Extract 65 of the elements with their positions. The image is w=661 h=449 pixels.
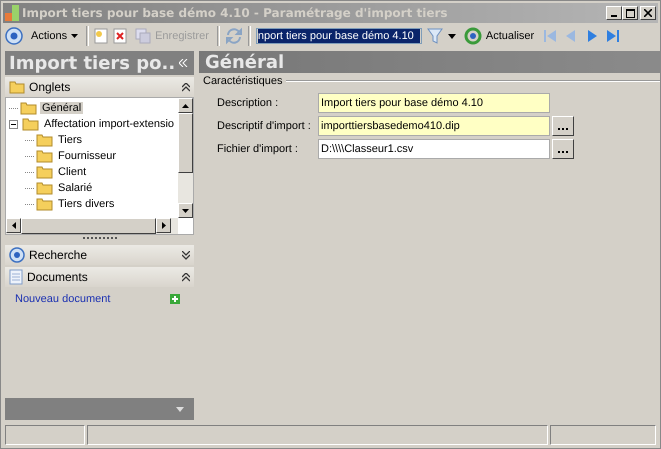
maximize-button[interactable] (622, 6, 638, 20)
sidebar-title: Import tiers po.. (9, 52, 176, 74)
folder-icon (36, 133, 54, 147)
folder-icon (20, 101, 38, 115)
tree-item[interactable]: Salarié (56, 182, 94, 194)
close-icon (644, 9, 652, 17)
new-document-icon[interactable] (94, 28, 108, 44)
filter-icon[interactable] (426, 27, 443, 45)
app-icon (5, 5, 19, 21)
down-arrow-icon[interactable] (182, 208, 189, 212)
group-label: Caractéristiques (203, 75, 282, 87)
dropdown-arrow-icon[interactable] (448, 34, 456, 38)
input-field[interactable]: importtiersbasedemo410.dip (318, 116, 550, 136)
refresh-button[interactable]: Actualiser (460, 27, 538, 45)
add-icon[interactable] (170, 294, 180, 304)
folder-icon (22, 117, 40, 131)
input-field[interactable]: Import tiers pour base démo 4.10 (318, 92, 550, 112)
splitter-grip[interactable] (82, 237, 116, 241)
minimize-button[interactable] (606, 6, 622, 20)
folder-icon (36, 181, 54, 195)
section-header[interactable]: Documents (5, 267, 194, 287)
left-arrow-icon[interactable] (12, 222, 16, 229)
actions-button[interactable]: Actions (28, 30, 82, 42)
target-icon (9, 247, 25, 263)
section-header[interactable]: Onglets (5, 77, 194, 97)
field-label: Fichier d'import : (217, 142, 299, 154)
last-icon[interactable] (605, 28, 622, 44)
chevron-up-icon[interactable] (182, 272, 190, 282)
chevron-up-icon[interactable] (182, 82, 190, 92)
tree-item[interactable]: Client (56, 166, 88, 178)
section-title: Recherche (29, 248, 88, 262)
vertical-scrollbar[interactable] (178, 98, 193, 218)
folder-icon (36, 197, 54, 211)
field-label: Descriptif d'import : (217, 120, 312, 132)
browse-button[interactable] (552, 138, 574, 158)
section-header[interactable]: Recherche (5, 245, 194, 265)
up-arrow-icon[interactable] (182, 104, 189, 108)
delete-icon[interactable] (113, 28, 128, 44)
input-field[interactable]: D:\\\\Classeur1.csv (318, 138, 550, 158)
close-button[interactable] (640, 6, 656, 20)
new-document-link[interactable]: Nouveau document (15, 293, 110, 305)
folder-icon (9, 80, 25, 94)
search-field[interactable]: nport tiers pour base démo 4.10 (256, 28, 422, 44)
refresh-icon (464, 27, 482, 45)
collapse-icon[interactable] (9, 120, 18, 128)
chevron-down-icon[interactable] (182, 250, 190, 260)
tree-item[interactable]: Général (40, 102, 84, 114)
copy-icon (135, 28, 152, 44)
target-icon[interactable] (5, 27, 23, 45)
tree-item[interactable]: Tiers (56, 134, 84, 146)
folder-icon (36, 149, 54, 163)
section-title: Onglets (29, 80, 72, 94)
section-title: Documents (27, 270, 89, 284)
field-label: Description : (217, 96, 280, 108)
browse-button[interactable] (552, 116, 574, 136)
tree-item[interactable]: Fournisseur (56, 150, 118, 162)
maximize-icon (626, 8, 634, 18)
content-title: Général (205, 52, 284, 72)
tree-item[interactable]: Affectation import-extensio (42, 118, 176, 130)
tree-item[interactable]: Tiers divers (56, 198, 116, 210)
right-arrow-icon[interactable] (162, 222, 166, 229)
horizontal-scrollbar[interactable] (6, 218, 178, 234)
folder-icon (36, 165, 54, 179)
caret-icon (71, 34, 78, 38)
document-icon (9, 269, 23, 285)
